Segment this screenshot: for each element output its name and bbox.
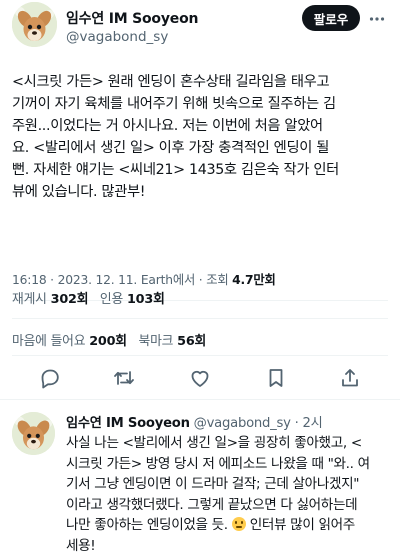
reply-author-handle[interactable]: @vagabond_sy <box>194 416 291 431</box>
tweet-header: 임수연 IM Sooyeon @vagabond_sy 팔로우 <box>0 0 400 58</box>
reply-author-avatar[interactable] <box>12 412 55 455</box>
deer-avatar-icon <box>12 2 57 47</box>
reply-author-name[interactable]: 임수연 IM Sooyeon <box>66 416 190 431</box>
reply-line: 시크릿 가든> 방영 당시 저 에피소드 나왔을 때 "와.. 여 <box>66 455 370 472</box>
tweet-time[interactable]: 16:18 <box>12 273 47 287</box>
reply-text: 사실 나는 <발리에서 생긴 일>을 굉장히 좋아했고, < 시크릿 가든> 방… <box>66 433 396 555</box>
smiling-face-emoji <box>231 517 246 531</box>
tweet-line: 기꺼이 자기 육체를 내어주기 위해 빗속으로 질주하는 김 <box>12 96 336 112</box>
retweets-label: 재게시 <box>12 292 47 307</box>
author-name[interactable]: 임수연 IM Sooyeon <box>66 8 198 28</box>
like-icon[interactable] <box>188 366 212 390</box>
tweet-line: <시크릿 가든> 원래 엔딩이 혼수상태 길라임을 태우고 <box>12 74 330 90</box>
likes-label: 마음에 들어요 <box>12 334 86 349</box>
like-stats: 마음에 들어요 200회 북마크 56회 <box>12 330 206 349</box>
reply-line: 나만 좋아하는 엔딩이었을 듯. 인터뷰 많이 읽어주 <box>66 515 396 536</box>
views-label: 조회 <box>206 273 229 287</box>
quotes-label: 인용 <box>99 292 124 307</box>
reply-header: 임수연 IM Sooyeon @vagabond_sy · 2시 <box>66 412 323 431</box>
tweet-line: 요. <발리에서 생긴 일> 이후 가장 충격적인 엔딩이 될 <box>12 140 330 156</box>
deer-avatar-icon <box>12 412 55 455</box>
reply-line: 이라고 생각했더랬다. 그렇게 끝났으면 다 싫어하는데 <box>66 496 358 513</box>
tweet-meta: 16:18 · 2023. 12. 11. Earth에서 · 조회 4.7만회 <box>12 273 276 287</box>
tweet-line: 뻔. 자세한 얘기는 <씨네21> 1435호 김은숙 작가 인터 <box>12 162 339 178</box>
quotes-count[interactable]: 103회 <box>127 292 165 307</box>
follow-button[interactable]: 팔로우 <box>302 5 360 31</box>
reply-line-part: 인터뷰 많이 읽어주 <box>249 517 356 533</box>
bookmarks-label: 북마크 <box>138 334 174 349</box>
retweet-icon[interactable] <box>112 366 136 390</box>
reply-line: 세용! <box>66 537 96 554</box>
reply-line: 기서 그냥 엔딩이면 이 드라마 걸작; 근데 살아나겠지" <box>66 476 360 492</box>
author-handle[interactable]: @vagabond_sy <box>66 29 168 45</box>
views-count[interactable]: 4.7만회 <box>232 273 276 287</box>
reply-line: 사실 나는 <발리에서 생긴 일>을 굉장히 좋아했고, < <box>66 435 362 451</box>
reply-icon[interactable] <box>38 366 62 390</box>
likes-count[interactable]: 200회 <box>89 334 127 349</box>
ellipsis-icon[interactable] <box>368 10 386 28</box>
divider <box>12 355 388 356</box>
tweet-line: 주원...이었다는 거 아시나요. 저는 이번에 처음 알았어 <box>12 118 323 134</box>
tweet-text: <시크릿 가든> 원래 엔딩이 혼수상태 길라임을 태우고 기꺼이 자기 육체를… <box>12 71 396 203</box>
tweet-date[interactable]: 2023. 12. 11. <box>58 273 138 287</box>
tweet-location: Earth에서 <box>140 273 196 287</box>
share-icon[interactable] <box>338 366 362 390</box>
repost-stats: 재게시 302회 인용 103회 <box>12 288 165 307</box>
reply-time[interactable]: · 2시 <box>295 416 323 431</box>
action-bar <box>0 366 400 394</box>
retweets-count[interactable]: 302회 <box>51 292 89 307</box>
divider <box>0 399 400 400</box>
author-avatar[interactable] <box>12 2 57 47</box>
reply-line-part: 나만 좋아하는 엔딩이었을 듯. <box>66 517 228 533</box>
bookmark-icon[interactable] <box>264 366 288 390</box>
divider <box>12 318 388 319</box>
bookmarks-count[interactable]: 56회 <box>177 334 206 349</box>
tweet-line: 뷰에 있습니다. 많관부! <box>12 184 146 200</box>
